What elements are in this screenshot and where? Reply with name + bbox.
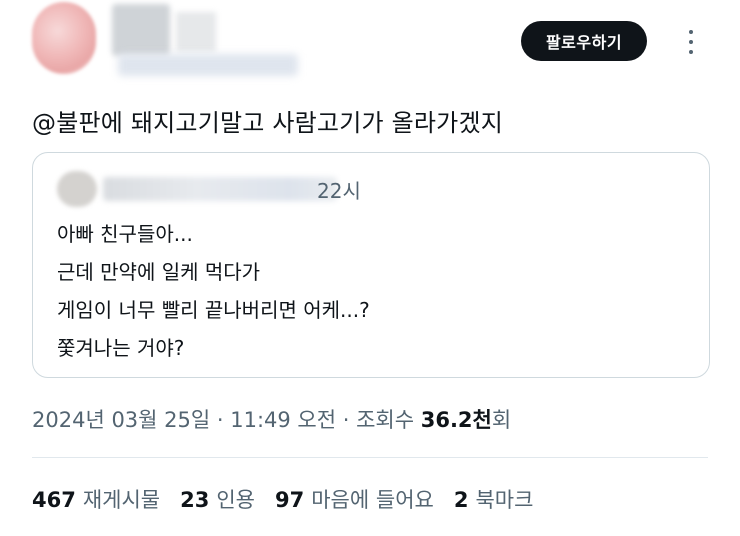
quoted-line: 게임이 너무 빨리 끝나버리면 어케...? [57, 298, 370, 322]
tweet-text: @불판에 돼지고기말고 사람고기가 올라가겠지 [32, 109, 504, 137]
stat-reposts[interactable]: 467 재게시물 [32, 484, 160, 514]
tweet-meta: 2024년 03월 25일 · 11:49 오전 · 조회수 36.2천회 [32, 404, 511, 434]
stat-label: 재게시물 [82, 488, 161, 512]
stat-quotes[interactable]: 23 인용 [180, 484, 255, 514]
stat-label: 마음에 들어요 [311, 488, 434, 512]
stat-count: 467 [32, 488, 76, 512]
follow-button[interactable]: 팔로우하기 [521, 21, 647, 61]
stat-count: 97 [275, 488, 305, 512]
stat-bookmarks[interactable]: 2 북마크 [454, 484, 534, 514]
quoted-tweet-body: 아빠 친구들아... 근데 만약에 일케 먹다가 게임이 너무 빨리 끝나버리면… [57, 215, 370, 367]
stat-label: 인용 [216, 488, 255, 512]
divider [32, 457, 708, 458]
view-count-suffix: 회 [491, 408, 512, 432]
quoted-author-name-blurred [103, 177, 337, 201]
tweet-page: 팔로우하기 @불판에 돼지고기말고 사람고기가 올라가겠지 22시 아빠 친구들… [0, 0, 740, 536]
quoted-tweet-time: 22시 [317, 179, 361, 203]
tweet-stats: 467 재게시물 23 인용 97 마음에 들어요 2 북마크 [32, 484, 553, 514]
quoted-line: 아빠 친구들아... [57, 222, 193, 246]
view-count: 36.2 [420, 408, 473, 432]
quoted-line: 쫓겨나는 거야? [57, 336, 185, 360]
author-name-blurred[interactable] [112, 4, 300, 76]
quoted-line: 근데 만약에 일케 먹다가 [57, 260, 261, 284]
more-vertical-icon[interactable] [684, 30, 698, 54]
stat-count: 2 [453, 488, 469, 512]
stat-likes[interactable]: 97 마음에 들어요 [275, 484, 434, 514]
quoted-tweet[interactable]: 22시 아빠 친구들아... 근데 만약에 일케 먹다가 게임이 너무 빨리 끝… [32, 152, 710, 378]
tweet-datetime[interactable]: 2024년 03월 25일 · 11:49 오전 · 조회수 [32, 408, 421, 432]
view-count-unit: 천 [472, 408, 492, 432]
stat-label: 북마크 [475, 488, 534, 512]
stat-count: 23 [180, 488, 210, 512]
author-avatar[interactable] [32, 2, 96, 74]
quoted-author-avatar [57, 171, 97, 207]
